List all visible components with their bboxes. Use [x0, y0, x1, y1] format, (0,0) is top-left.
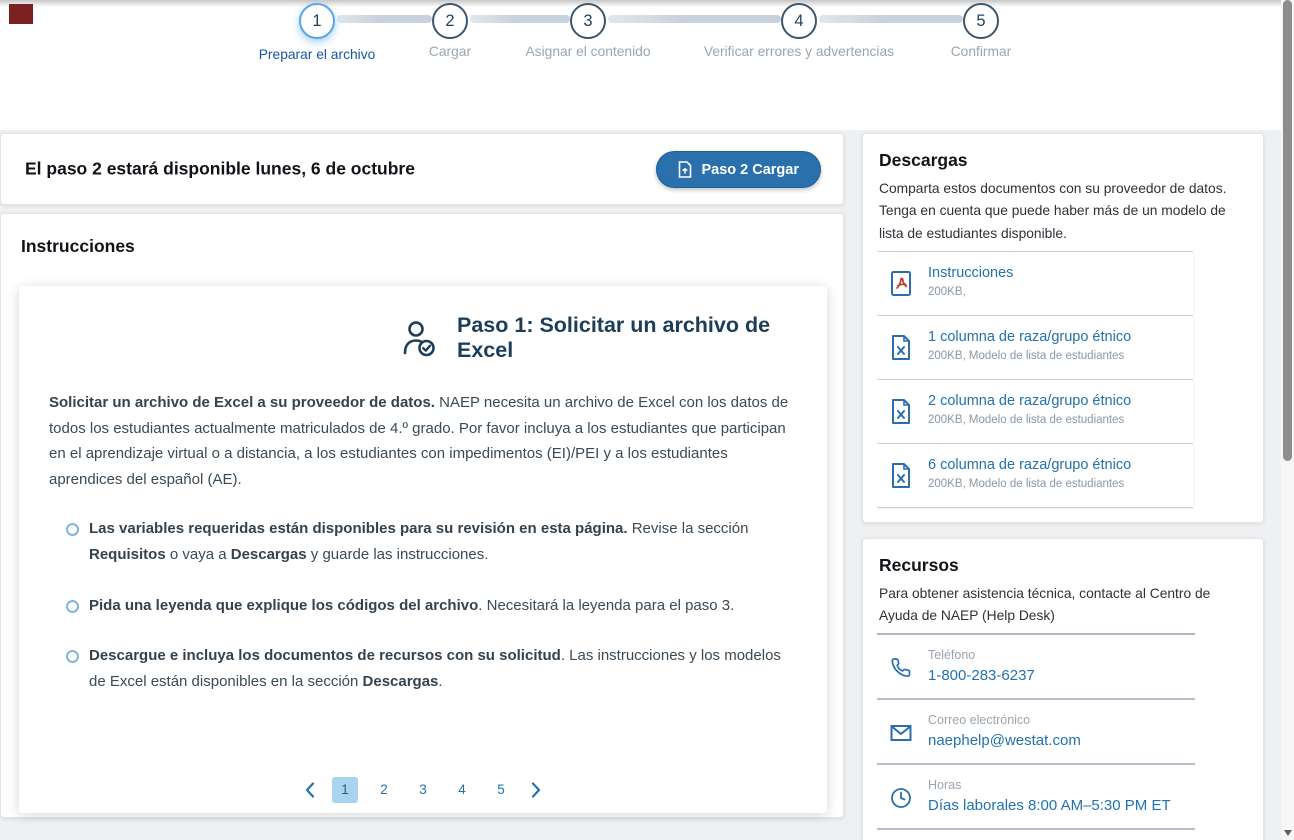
pagination-page-3[interactable]: 3: [410, 777, 436, 803]
pagination-page-1[interactable]: 1: [332, 777, 358, 803]
step1-instructions-card: Paso 1: Solicitar un archivo de Excel So…: [19, 286, 827, 813]
excel-file-icon: [889, 462, 913, 495]
pagination-page-4[interactable]: 4: [449, 777, 475, 803]
stepper-connector: [608, 15, 781, 23]
upload-document-icon: [678, 161, 692, 178]
step-1-circle[interactable]: 1: [299, 3, 335, 39]
download-link[interactable]: Instrucciones: [928, 265, 1013, 281]
step-3-number: 3: [583, 11, 593, 30]
download-item-1-columna[interactable]: 1 columna de raza/grupo étnico 200KB, Mo…: [877, 316, 1193, 380]
instructions-pagination: 1 2 3 4 5: [19, 777, 827, 803]
step-3-label: Asignar el contenido: [525, 44, 651, 59]
step1-heading: Paso 1: Solicitar un archivo de Excel: [457, 313, 771, 362]
step-5-label: Confirmar: [950, 44, 1012, 59]
hours-value: Días laborales 8:00 AM–5:30 PM ET: [928, 797, 1171, 814]
contact-label: Correo electrónico: [928, 713, 1031, 727]
stepper-connector: [337, 15, 432, 23]
scrollbar-thumb[interactable]: [1283, 0, 1292, 461]
contact-row-hours: Horas Días laborales 8:00 AM–5:30 PM ET: [877, 765, 1195, 830]
download-meta: 200KB,: [928, 286, 966, 298]
step2-availability-banner: El paso 2 estará disponible lunes, 6 de …: [0, 133, 844, 205]
downloads-description: Comparta estos documentos con su proveed…: [879, 181, 1227, 241]
excel-file-icon: [889, 398, 913, 431]
contact-row-phone: Teléfono 1-800-283-6237: [877, 635, 1195, 700]
banner-title: El paso 2 estará disponible lunes, 6 de …: [25, 158, 415, 179]
stepper-connector: [470, 15, 570, 23]
bullet-download-docs: Descargue e incluya los documentos de re…: [66, 643, 787, 695]
excel-file-icon: [889, 334, 913, 367]
email-link[interactable]: naephelp@westat.com: [928, 732, 1081, 749]
instructions-section: Instrucciones Paso 1: Solicitar un archi…: [0, 213, 844, 818]
bullet-variables: Las variables requeridas están disponibl…: [66, 516, 787, 568]
download-link[interactable]: 1 columna de raza/grupo étnico: [928, 329, 1131, 345]
pagination-page-2[interactable]: 2: [371, 777, 397, 803]
downloads-panel: Descargas Comparta estos documentos con …: [862, 133, 1264, 523]
banner-button-label: Paso 2 Cargar: [701, 161, 799, 178]
paso-2-cargar-button[interactable]: Paso 2 Cargar: [656, 151, 821, 188]
instruction-bullet-list: Las variables requeridas están disponibl…: [66, 516, 787, 695]
step-5-number: 5: [976, 11, 986, 30]
resources-title: Recursos: [879, 555, 959, 575]
step-1-number: 1: [312, 11, 322, 30]
download-meta: 200KB, Modelo de lista de estudiantes: [928, 478, 1125, 490]
contact-row-email: Correo electrónico naephelp@westat.com: [877, 700, 1195, 765]
user-check-icon: [397, 317, 439, 359]
download-item-6-columna[interactable]: 6 columna de raza/grupo étnico 200KB, Mo…: [877, 444, 1193, 508]
contact-label: Teléfono: [928, 648, 976, 662]
resources-panel: Recursos Para obtener asistencia técnica…: [862, 538, 1264, 840]
step-2-number: 2: [445, 11, 455, 30]
phone-icon: [889, 656, 913, 685]
instructions-title: Instrucciones: [21, 236, 135, 256]
step1-heading-row: Paso 1: Solicitar un archivo de Excel: [397, 313, 827, 363]
pagination-page-5[interactable]: 5: [488, 777, 514, 803]
download-item-2-columna[interactable]: 2 columna de raza/grupo étnico 200KB, Mo…: [877, 380, 1193, 444]
download-meta: 200KB, Modelo de lista de estudiantes: [928, 350, 1125, 362]
step-4-circle[interactable]: 4: [781, 3, 817, 39]
email-icon: [889, 721, 913, 750]
step1-intro-paragraph: Solicitar un archivo de Excel a su prove…: [49, 390, 797, 492]
step-2-circle[interactable]: 2: [432, 3, 468, 39]
bullet-legend: Pida una leyenda que explique los código…: [66, 593, 787, 619]
stepper-connector: [819, 15, 963, 23]
resources-description: Para obtener asistencia técnica, contact…: [879, 586, 1211, 624]
clock-icon: [889, 786, 913, 815]
pdf-file-icon: [889, 270, 913, 303]
downloads-list: Instrucciones 200KB, 1 columna de raza/g…: [877, 251, 1193, 508]
wizard-stepper: 1 Preparar el archivo 2 Cargar 3 Asignar…: [0, 0, 1294, 110]
download-meta: 200KB, Modelo de lista de estudiantes: [928, 414, 1125, 426]
contact-label: Horas: [928, 778, 962, 792]
downloads-title: Descargas: [879, 150, 968, 170]
pagination-prev-icon[interactable]: [301, 779, 319, 801]
intro-lead: Solicitar un archivo de Excel a su prove…: [49, 394, 435, 411]
download-item-instrucciones[interactable]: Instrucciones 200KB,: [877, 252, 1193, 316]
pagination-next-icon[interactable]: [527, 779, 545, 801]
step-5-circle[interactable]: 5: [963, 3, 999, 39]
step-3-circle[interactable]: 3: [570, 3, 606, 39]
phone-link[interactable]: 1-800-283-6237: [928, 667, 1035, 684]
scrollbar-down-arrow-icon[interactable]: [1284, 830, 1292, 836]
download-link[interactable]: 2 columna de raza/grupo étnico: [928, 393, 1131, 409]
step-4-number: 4: [794, 11, 804, 30]
naep-file-upload-page: 1 Preparar el archivo 2 Cargar 3 Asignar…: [0, 0, 1294, 840]
resources-contact-list: Teléfono 1-800-283-6237 Correo electróni…: [877, 633, 1195, 830]
download-link[interactable]: 6 columna de raza/grupo étnico: [928, 457, 1131, 473]
